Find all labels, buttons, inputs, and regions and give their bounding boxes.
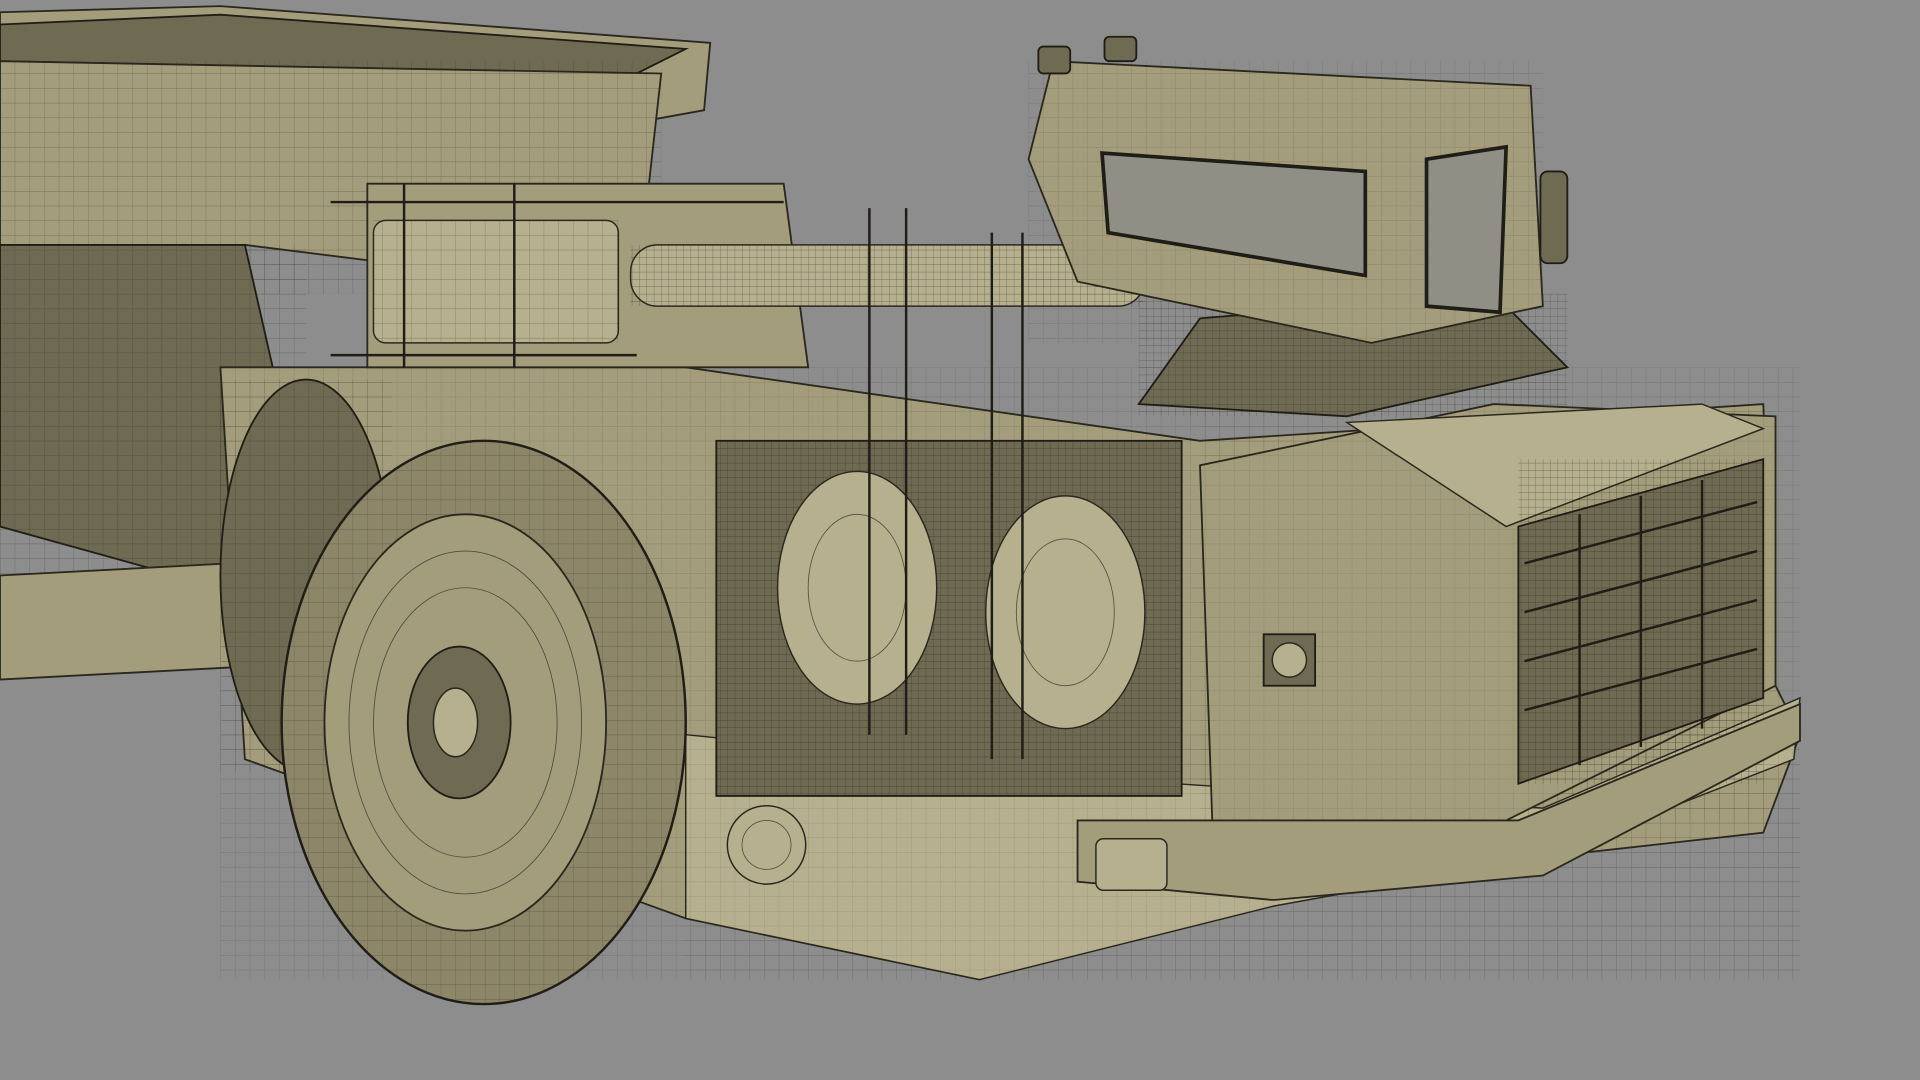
cooling-fan-right xyxy=(984,495,1146,730)
cooling-fan-left xyxy=(776,470,938,705)
cab xyxy=(1027,35,1569,344)
bumper-light xyxy=(726,804,807,885)
render-viewport xyxy=(0,5,1802,1006)
tow-hook xyxy=(1095,838,1168,891)
work-light-left xyxy=(1037,45,1072,75)
front-wheel xyxy=(280,439,687,1006)
side-mirror xyxy=(1539,170,1569,265)
cab-side-window xyxy=(1424,144,1509,315)
work-light-right xyxy=(1103,35,1138,63)
